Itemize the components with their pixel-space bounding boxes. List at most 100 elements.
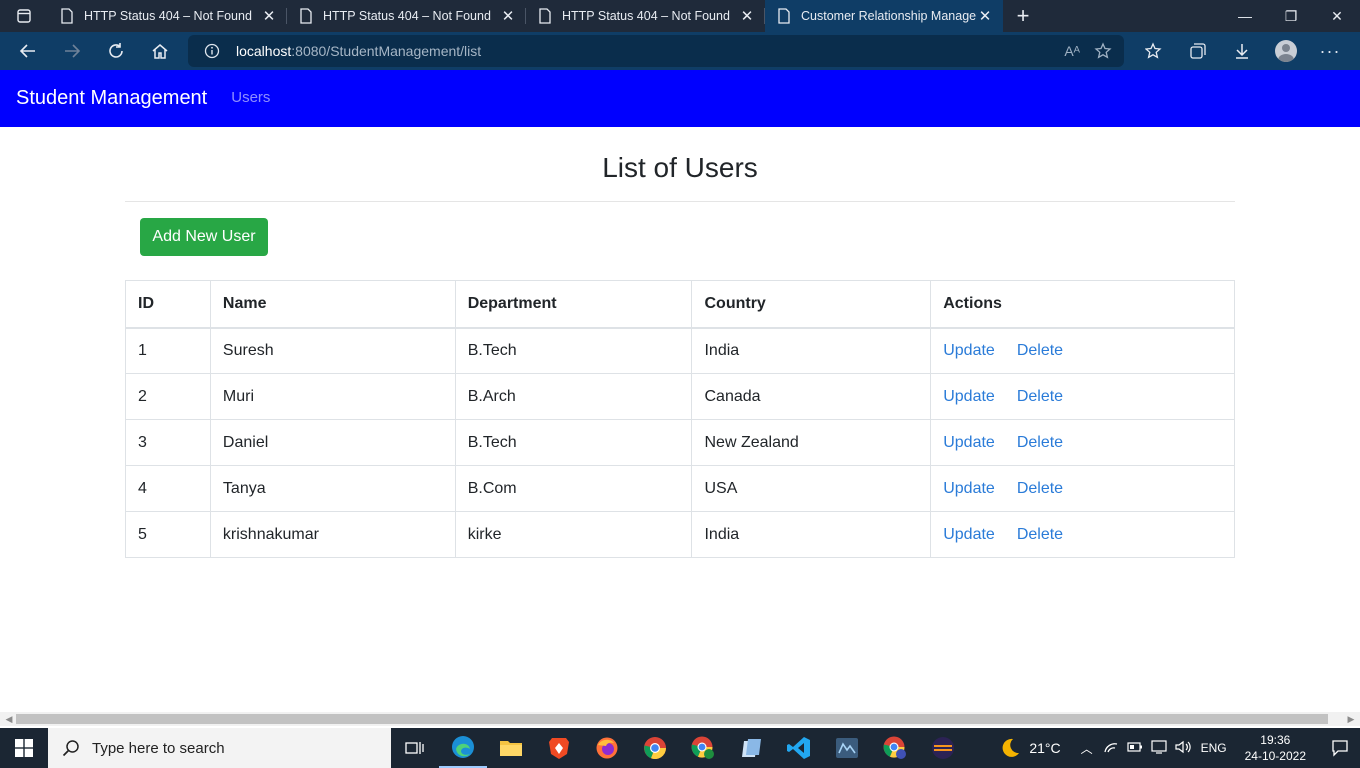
notepad-icon: [742, 739, 761, 757]
close-tab-icon[interactable]: ✕: [739, 7, 755, 25]
update-link[interactable]: Update: [943, 526, 995, 543]
home-icon: [152, 44, 168, 59]
update-link[interactable]: Update: [943, 434, 995, 451]
table-row: 1 Suresh B.Tech India Update Delete: [125, 327, 1235, 374]
page-title: List of Users: [602, 152, 758, 183]
cell-country: USA: [691, 465, 932, 512]
task-view-button[interactable]: [391, 728, 439, 768]
column-header-actions: Actions: [930, 280, 1235, 329]
tab-title: HTTP Status 404 – Not Found: [323, 9, 491, 23]
favorites-button[interactable]: [1132, 32, 1176, 70]
url-path: :8080/StudentManagement/list: [291, 43, 482, 59]
update-link[interactable]: Update: [943, 342, 995, 359]
cell-actions: Update Delete: [930, 373, 1235, 420]
cell-actions: Update Delete: [930, 419, 1235, 466]
clock-time: 19:36: [1260, 733, 1291, 747]
firefox-button[interactable]: [583, 728, 631, 768]
notifications-button[interactable]: [1320, 739, 1360, 757]
mysql-workbench-button[interactable]: [823, 728, 871, 768]
read-aloud-icon[interactable]: Aᴬ: [1064, 43, 1080, 59]
nav-link-users[interactable]: Users: [231, 89, 270, 106]
forward-arrow-icon: [65, 44, 81, 58]
vscode-icon: [787, 737, 810, 759]
cell-actions: Update Delete: [930, 511, 1235, 558]
update-link[interactable]: Update: [943, 388, 995, 405]
close-tab-icon[interactable]: ✕: [977, 7, 993, 25]
cell-department: B.Com: [454, 465, 693, 512]
browser-tab-2[interactable]: HTTP Status 404 – Not Found ✕: [287, 0, 526, 32]
search-icon: [62, 740, 79, 757]
add-favorite-icon[interactable]: [1094, 42, 1112, 60]
refresh-icon: [109, 43, 123, 58]
horizontal-scrollbar[interactable]: ◀ ▶: [0, 712, 1360, 726]
settings-more-button[interactable]: ···: [1308, 32, 1352, 70]
users-table: ID Name Department Country Actions 1 Sur…: [125, 280, 1235, 558]
add-new-user-button[interactable]: Add New User: [140, 218, 268, 256]
folder-icon: [500, 741, 522, 756]
table-row: 4 Tanya B.Com USA Update Delete: [125, 465, 1235, 512]
scrollbar-thumb[interactable]: [16, 714, 1328, 724]
volume-icon[interactable]: [1171, 740, 1195, 757]
delete-link[interactable]: Delete: [1017, 526, 1063, 543]
moon-icon: [1002, 738, 1020, 757]
scroll-left-arrow-icon[interactable]: ◀: [2, 712, 16, 726]
language-indicator[interactable]: ENG: [1201, 741, 1227, 755]
close-tab-icon[interactable]: ✕: [261, 7, 277, 25]
delete-link[interactable]: Delete: [1017, 342, 1063, 359]
minimize-button[interactable]: —: [1222, 0, 1268, 32]
page-icon: [61, 8, 73, 24]
display-icon[interactable]: [1147, 739, 1171, 757]
network-icon[interactable]: [1099, 740, 1123, 757]
delete-link[interactable]: Delete: [1017, 434, 1063, 451]
file-explorer-button[interactable]: [487, 728, 535, 768]
cell-actions: Update Delete: [930, 465, 1235, 512]
start-button[interactable]: [0, 728, 48, 768]
back-button[interactable]: [6, 32, 50, 70]
chrome-profile-g-icon: [883, 736, 906, 759]
eclipse-button[interactable]: [919, 728, 967, 768]
notification-icon: [1332, 740, 1348, 757]
table-header-row: ID Name Department Country Actions: [125, 280, 1235, 329]
chrome-button[interactable]: [631, 728, 679, 768]
close-window-button[interactable]: ✕: [1314, 0, 1360, 32]
system-tray: 21°C ︿ ENG 19:36 24-10-2022: [999, 728, 1360, 768]
scroll-right-arrow-icon[interactable]: ▶: [1344, 712, 1358, 726]
update-link[interactable]: Update: [943, 480, 995, 497]
battery-icon[interactable]: [1123, 741, 1147, 756]
cell-name: Daniel: [209, 419, 456, 466]
taskbar-search-box[interactable]: Type here to search: [48, 728, 391, 768]
forward-button[interactable]: [50, 32, 94, 70]
delete-link[interactable]: Delete: [1017, 480, 1063, 497]
chrome-profile-button[interactable]: [679, 728, 727, 768]
window-controls: — ❐ ✕: [1222, 0, 1360, 32]
minimize-icon: —: [1238, 8, 1252, 24]
browser-tab-active[interactable]: Customer Relationship Managem ✕: [765, 0, 1003, 32]
new-tab-button[interactable]: +: [1003, 0, 1043, 32]
chevron-up-icon[interactable]: ︿: [1075, 740, 1099, 757]
tab-actions-button[interactable]: [0, 0, 48, 32]
vscode-button[interactable]: [775, 728, 823, 768]
restore-button[interactable]: ❐: [1268, 0, 1314, 32]
clock[interactable]: 19:36 24-10-2022: [1245, 732, 1306, 764]
notepad-button[interactable]: [727, 728, 775, 768]
browser-tab-3[interactable]: HTTP Status 404 – Not Found ✕: [526, 0, 765, 32]
collections-button[interactable]: [1176, 32, 1220, 70]
temperature-label: 21°C: [1029, 740, 1061, 756]
refresh-button[interactable]: [94, 32, 138, 70]
weather-widget[interactable]: 21°C: [999, 737, 1061, 759]
edge-taskbar-button[interactable]: [439, 728, 487, 768]
windows-logo-icon: [15, 739, 33, 757]
delete-link[interactable]: Delete: [1017, 388, 1063, 405]
close-tab-icon[interactable]: ✕: [500, 7, 516, 25]
address-bar[interactable]: localhost:8080/StudentManagement/list Aᴬ: [188, 35, 1124, 67]
brave-icon: [549, 738, 569, 759]
profile-button[interactable]: [1264, 32, 1308, 70]
page-icon: [300, 8, 312, 24]
brave-button[interactable]: [535, 728, 583, 768]
brand-link[interactable]: Student Management: [16, 87, 207, 110]
home-button[interactable]: [138, 32, 182, 70]
downloads-button[interactable]: [1220, 32, 1264, 70]
browser-tab-1[interactable]: HTTP Status 404 – Not Found ✕: [48, 0, 287, 32]
chrome-profile-g-button[interactable]: [871, 728, 919, 768]
info-icon[interactable]: [204, 43, 220, 59]
